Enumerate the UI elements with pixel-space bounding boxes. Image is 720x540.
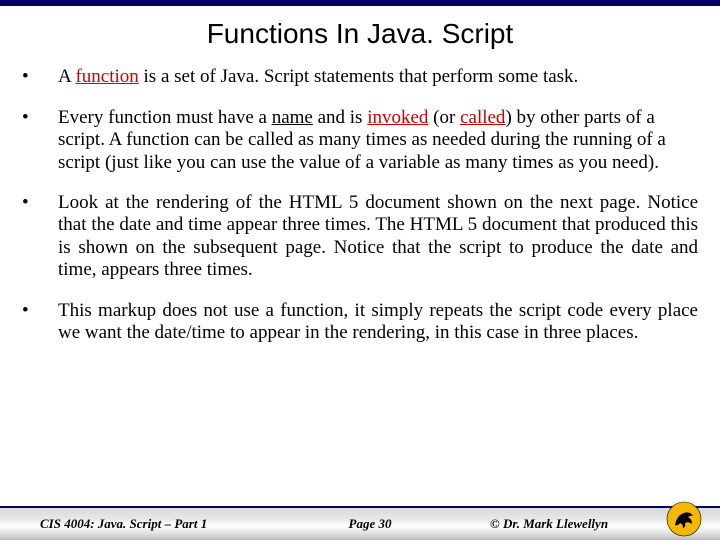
bullet-item: • A function is a set of Java. Script st…: [22, 66, 698, 89]
bullet-item: • Look at the rendering of the HTML 5 do…: [22, 192, 698, 282]
ucf-pegasus-logo-icon: [666, 501, 702, 537]
footer-page: Page 30: [280, 516, 460, 532]
slide-title: Functions In Java. Script: [0, 6, 720, 66]
text-fragment: A: [58, 66, 75, 87]
footer-course: CIS 4004: Java. Script – Part 1: [0, 516, 280, 532]
bullet-text: A function is a set of Java. Script stat…: [58, 66, 698, 89]
bullet-text: This markup does not use a function, it …: [58, 300, 698, 345]
keyword-invoked: invoked: [367, 107, 428, 128]
text-fragment: Every function must have a: [58, 107, 272, 128]
bullet-text: Every function must have a name and is i…: [58, 107, 698, 174]
text-fragment: is a set of Java. Script statements that…: [139, 66, 579, 87]
bullet-marker: •: [22, 107, 58, 174]
keyword-function: function: [75, 66, 138, 87]
text-fragment: and is: [313, 107, 367, 128]
bullet-marker: •: [22, 66, 58, 89]
bullet-item: • Every function must have a name and is…: [22, 107, 698, 174]
bullet-marker: •: [22, 300, 58, 345]
slide-body: • A function is a set of Java. Script st…: [0, 66, 720, 344]
bullet-item: • This markup does not use a function, i…: [22, 300, 698, 345]
keyword-name: name: [272, 107, 313, 128]
bullet-marker: •: [22, 192, 58, 282]
keyword-called: called: [460, 107, 505, 128]
slide-footer: CIS 4004: Java. Script – Part 1 Page 30 …: [0, 506, 720, 540]
text-fragment: (or: [428, 107, 460, 128]
bullet-text: Look at the rendering of the HTML 5 docu…: [58, 192, 698, 282]
